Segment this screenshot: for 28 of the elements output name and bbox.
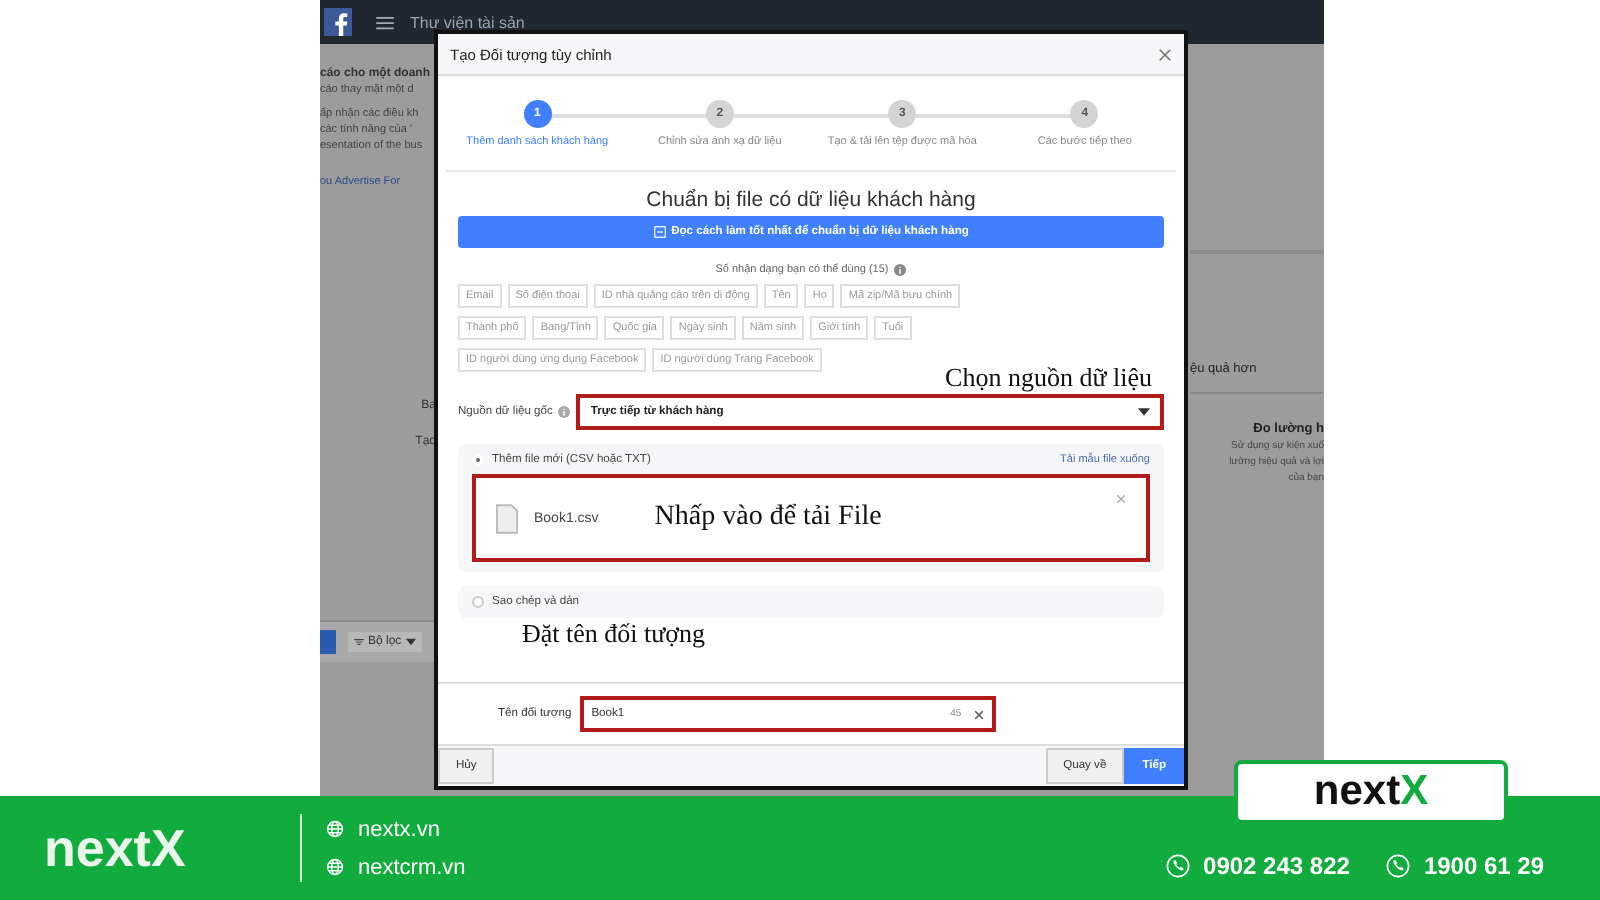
- section-heading: Chuẩn bị file có dữ liệu khách hàng: [644, 188, 978, 212]
- file-icon: [496, 503, 518, 533]
- website-link[interactable]: nextcrm.vn: [358, 855, 466, 879]
- info-icon: [894, 264, 907, 276]
- caret-icon: [1138, 408, 1150, 416]
- website-link[interactable]: nextx.vn: [358, 817, 440, 841]
- close-icon[interactable]: [1116, 494, 1126, 504]
- filter-lines-icon: [354, 638, 364, 646]
- document-icon: [653, 226, 666, 238]
- globe-icon: [326, 820, 344, 838]
- radio-button[interactable]: [472, 596, 484, 608]
- close-icon[interactable]: [1158, 47, 1172, 61]
- caret-icon: [405, 638, 416, 646]
- menu-icon[interactable]: [376, 15, 394, 29]
- annotation-text: Nhấp vào để tải File: [654, 502, 882, 534]
- phone-number[interactable]: 1900 61 29: [1423, 852, 1544, 880]
- top-bar-title: Thư viện tài sản: [410, 13, 525, 31]
- brand-badge: nextX: [1234, 760, 1508, 824]
- clear-icon[interactable]: [973, 709, 984, 719]
- annotation-text: Đặt tên đối tượng: [522, 618, 708, 650]
- phone-icon: [1385, 854, 1410, 878]
- phone-icon: [1165, 854, 1190, 878]
- globe-icon: [326, 858, 344, 876]
- footer-logo: nextX: [44, 817, 188, 879]
- facebook-logo-icon: [324, 8, 352, 36]
- phone-number[interactable]: 0902 243 822: [1203, 852, 1350, 880]
- info-icon: [558, 406, 571, 418]
- annotation-text: Chọn nguồn dữ liệu: [945, 364, 1152, 392]
